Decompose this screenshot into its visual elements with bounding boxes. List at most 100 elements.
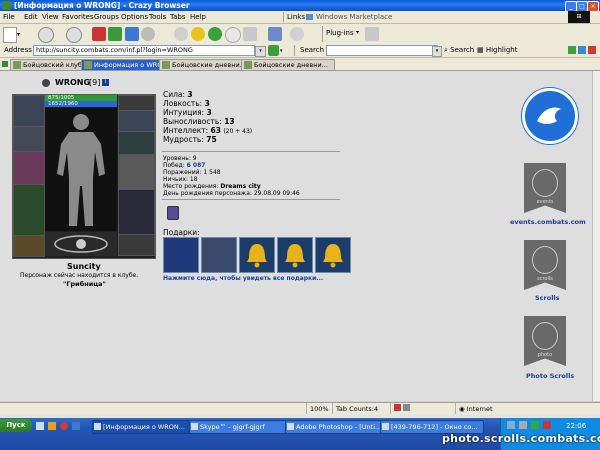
gloves-slot[interactable] (118, 110, 155, 132)
quick-launch-icon[interactable] (48, 422, 56, 430)
menu-view[interactable]: View (42, 12, 59, 22)
print-icon[interactable] (243, 27, 257, 41)
gift-bell-icon[interactable] (315, 237, 351, 273)
menu-options[interactable]: Options (121, 12, 148, 22)
gift-scroll-icon[interactable] (201, 237, 237, 273)
bracers-slot[interactable] (13, 126, 45, 152)
stop-icon[interactable] (92, 27, 106, 41)
boots-slot[interactable] (118, 189, 155, 235)
armor-slot[interactable] (13, 184, 45, 236)
favorites-star-icon[interactable] (191, 27, 205, 41)
quick-launch-icon[interactable] (36, 422, 44, 430)
search-label: Search (300, 46, 325, 54)
fist-icon (532, 246, 558, 274)
tab-diaries-2[interactable]: Бойцовские дневни... (241, 59, 335, 70)
character-city: Suncity (67, 262, 101, 271)
clock[interactable]: 22:06 (566, 422, 586, 430)
info-wins: Побед: 6 087 (163, 162, 206, 169)
forward-icon[interactable] (66, 27, 82, 43)
quick-launch-icon[interactable] (60, 422, 68, 430)
gift-bell-icon[interactable] (277, 237, 313, 273)
weapon-slot[interactable] (13, 151, 45, 185)
city-emblem (45, 232, 117, 256)
zoom-icon[interactable] (141, 27, 155, 41)
tab-bar: Бойцовский клуб Информация о WRONG Бойцо… (0, 58, 600, 71)
plugins-dropdown-icon[interactable]: ▾ (356, 29, 359, 36)
home-icon[interactable] (125, 27, 139, 41)
bell-icon (285, 244, 305, 268)
character-level: [9] (89, 78, 101, 87)
search-dropdown-icon[interactable]: ▾ (432, 46, 442, 57)
menu-help[interactable]: Help (190, 12, 206, 22)
search-button[interactable]: ⌕ Search (444, 46, 474, 55)
task-skype[interactable]: Skype™ - gjgrf-gjgrf (189, 420, 293, 434)
separator (283, 12, 284, 22)
mail-icon[interactable] (225, 27, 241, 43)
back-icon[interactable] (38, 27, 54, 43)
all-gifts-link[interactable]: Нажмите сюда, чтобы увидеть все подарки.… (163, 275, 323, 282)
events-banner[interactable]: events (524, 163, 566, 213)
belt-slot[interactable] (13, 235, 45, 257)
scrolls-link[interactable]: Scrolls (535, 294, 560, 302)
rss-icon[interactable] (290, 27, 304, 41)
leggings-slot[interactable] (118, 234, 155, 256)
search-input[interactable] (326, 45, 438, 56)
go-icon[interactable] (268, 45, 279, 56)
menu-tabs[interactable]: Tabs (170, 12, 186, 22)
new-page-icon[interactable] (3, 27, 17, 43)
tab-close-icon[interactable] (588, 46, 596, 54)
start-button[interactable]: Пуск (0, 419, 32, 432)
tab-favicon (13, 61, 21, 69)
menu-bar: File Edit View Favorites Groups Options … (0, 11, 600, 24)
plugin-icon[interactable] (365, 27, 379, 41)
gift-bell-icon[interactable] (239, 237, 275, 273)
events-link[interactable]: events.combats.com (510, 218, 586, 226)
tab-favicon (162, 61, 170, 69)
info-birthplace: Место рождения: Dreams city (163, 183, 261, 190)
menu-groups[interactable]: Groups (94, 12, 119, 22)
groups-icon[interactable] (268, 27, 282, 41)
tab-diaries-1[interactable]: Бойцовские дневни... (159, 59, 253, 70)
tab-close-all-icon[interactable] (568, 46, 576, 54)
menu-file[interactable]: File (3, 12, 15, 22)
tray-icon[interactable] (531, 421, 539, 429)
amulet-slot[interactable] (118, 131, 155, 155)
info-losses: Поражений: 1 548 (163, 169, 221, 176)
links-item[interactable]: Windows Marketplace (316, 12, 392, 22)
search-button-label: Search (450, 46, 475, 54)
tab-menu-icon[interactable] (2, 61, 8, 67)
info-icon[interactable]: i (102, 79, 109, 86)
combats-logo[interactable] (522, 88, 578, 144)
plugins-label[interactable]: Plug-ins (326, 29, 354, 37)
tray-icon[interactable] (519, 421, 527, 429)
highlight-button[interactable]: ▦ Highlight (477, 46, 517, 54)
tab-wrong-info[interactable]: Информация о WRONG (81, 59, 171, 70)
scrolls-banner[interactable]: scrolls (524, 240, 566, 290)
task-photoshop[interactable]: Adobe Photoshop - [Unti... (285, 420, 387, 434)
refresh-icon[interactable] (108, 27, 122, 41)
menu-tools[interactable]: Tools (149, 12, 166, 22)
menu-favorites[interactable]: Favorites (62, 12, 94, 22)
photo-scrolls-link[interactable]: Photo Scrolls (526, 372, 574, 380)
tab-restore-icon[interactable] (578, 46, 586, 54)
history-icon[interactable] (208, 27, 222, 41)
tab-favicon (84, 61, 92, 69)
shield-slot[interactable] (118, 154, 155, 190)
address-input[interactable]: http://suncity.combats.com/inf.pl?login=… (33, 45, 255, 56)
photo-scrolls-banner[interactable]: photo (524, 316, 566, 366)
search-icon[interactable] (174, 27, 188, 41)
address-dropdown-icon[interactable]: ▾ (255, 46, 266, 57)
tray-icon[interactable] (507, 421, 515, 429)
gift-book-icon[interactable] (163, 237, 199, 273)
tray-icon[interactable] (543, 421, 551, 429)
chevron-down-icon[interactable]: ▾ (17, 31, 20, 38)
task-browser[interactable]: [Информация о WRON... (92, 420, 196, 434)
ring-slots[interactable] (118, 95, 155, 111)
achievement-badge-icon[interactable] (167, 206, 179, 220)
menu-edit[interactable]: Edit (24, 12, 38, 22)
quick-launch-icon[interactable] (72, 422, 80, 430)
go-dropdown-icon[interactable]: ▾ (280, 48, 283, 54)
address-label: Address (4, 46, 32, 54)
helmet-slot[interactable] (13, 95, 45, 127)
vertical-scrollbar[interactable] (592, 71, 600, 401)
